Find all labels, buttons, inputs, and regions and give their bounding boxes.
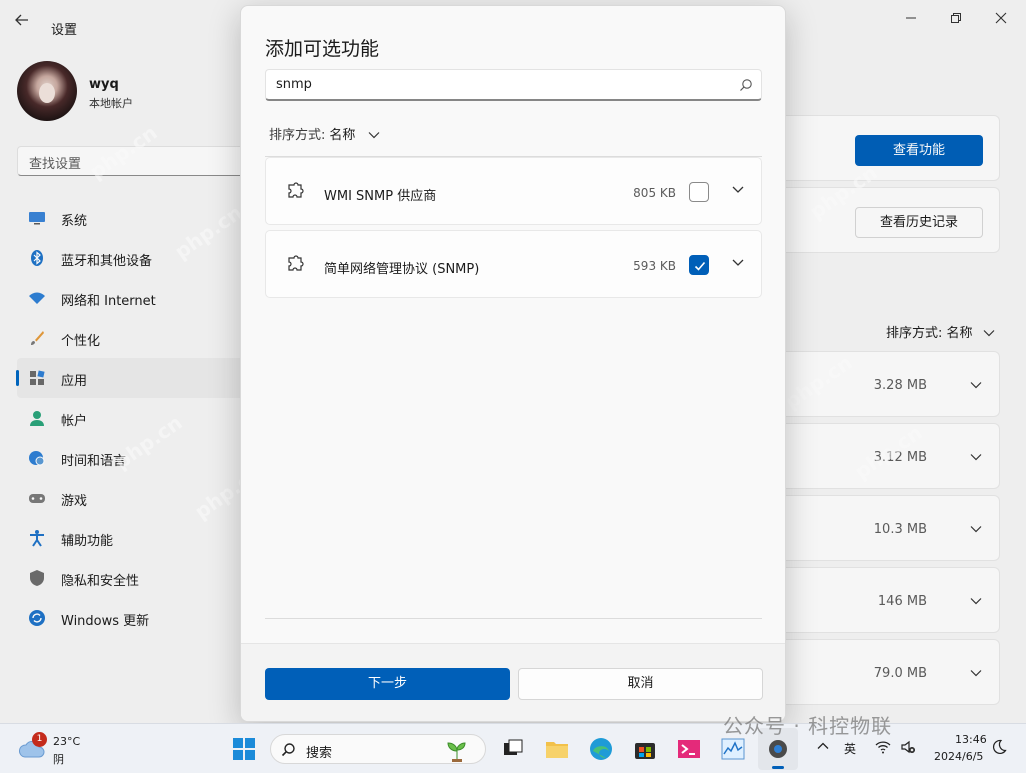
sort-dropdown[interactable]: 排序方式: 名称 [269,124,380,143]
feature-name: WMI SNMP 供应商 [324,189,437,204]
wechat-watermark: 公众号 · 科控物联 [723,714,893,738]
dialog-footer: 下一步 取消 [241,643,785,721]
chevron-up-icon[interactable] [817,742,829,750]
sort-value: 名称 [329,128,356,143]
chevron-down-icon [368,132,379,139]
feature-checkbox[interactable] [689,182,709,202]
puzzle-icon [288,255,304,271]
performance-monitor-icon[interactable] [720,736,746,762]
search-value: snmp [276,77,312,92]
task-view-icon[interactable] [500,736,526,762]
edge-browser-icon[interactable] [588,736,614,762]
feature-item-snmp[interactable]: 简单网络管理协议 (SNMP) 593 KB [265,230,762,298]
feature-size: 805 KB [633,186,676,200]
moon-icon[interactable] [991,739,1007,755]
feature-checkbox[interactable] [689,255,709,275]
active-indicator [772,766,784,769]
clock-date[interactable]: 2024/6/5 [934,750,983,763]
speaker-muted-icon[interactable] [900,739,916,755]
taskbar-search-label: 搜索 [306,746,333,761]
clock-time[interactable]: 13:46 [955,733,987,746]
feature-name: 简单网络管理协议 (SNMP) [324,262,480,277]
cancel-button[interactable]: 取消 [518,668,763,700]
notification-badge: 1 [32,732,47,747]
gear-icon [769,740,787,758]
taskbar: 1 23°C 阴 搜索 公众号 · 科控物联 英 13:46 2024/6/5 [0,714,1026,773]
weather-condition[interactable]: 阴 [53,751,64,767]
chevron-down-icon[interactable] [731,182,745,196]
search-icon [281,743,295,757]
feature-search-input[interactable]: snmp [265,69,762,101]
feature-item-wmi-snmp[interactable]: WMI SNMP 供应商 805 KB [265,157,762,225]
store-icon[interactable] [632,736,658,762]
chevron-down-icon[interactable] [731,255,745,269]
checkmark-icon [694,261,706,271]
plant-icon [447,742,466,762]
sort-label: 排序方式: [269,128,326,143]
add-optional-feature-dialog: 添加可选功能 snmp 排序方式: 名称 WMI SNMP 供应商 805 KB … [240,5,786,722]
puzzle-icon [288,182,304,198]
dialog-title: 添加可选功能 [265,38,380,60]
feature-size: 593 KB [633,259,676,273]
taskbar-search[interactable]: 搜索 [270,734,486,764]
search-icon [740,79,752,91]
ime-indicator[interactable]: 英 [844,740,856,757]
wifi-icon[interactable] [875,740,891,754]
feature-list: WMI SNMP 供应商 805 KB 简单网络管理协议 (SNMP) 593 … [265,156,762,619]
file-explorer-icon[interactable] [544,736,570,762]
weather-temperature[interactable]: 23°C [53,735,80,748]
windows-start-icon[interactable] [231,736,257,762]
terminal-icon[interactable] [676,736,702,762]
next-button[interactable]: 下一步 [265,668,510,700]
